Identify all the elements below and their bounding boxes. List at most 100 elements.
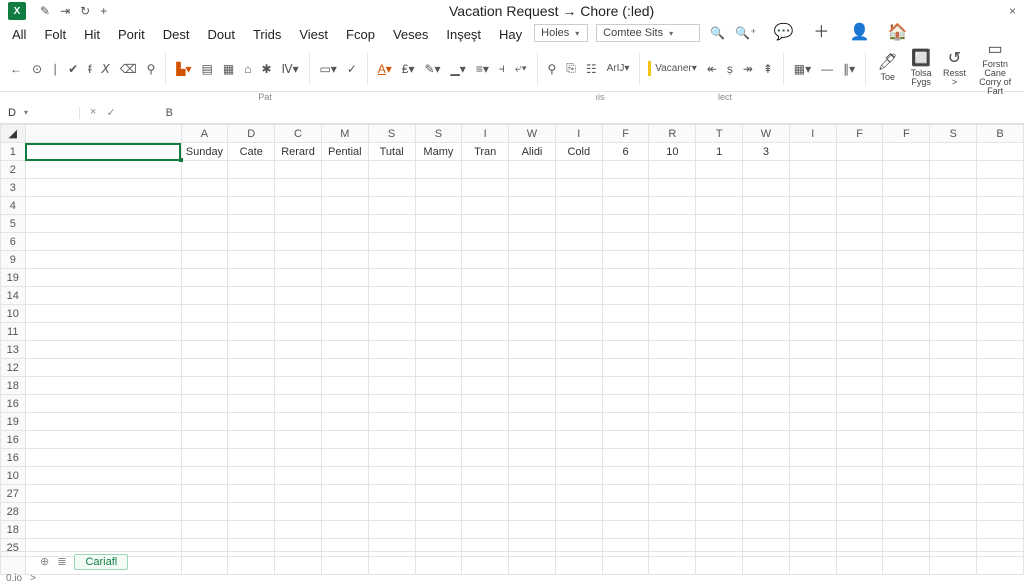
toe-button[interactable]: 🖊Toe [874, 55, 901, 82]
qat-icon-4[interactable]: + [100, 4, 107, 18]
cell[interactable] [977, 413, 1024, 431]
cell[interactable] [321, 341, 368, 359]
cell[interactable] [555, 323, 602, 341]
cell[interactable] [321, 485, 368, 503]
star-icon[interactable]: ✱ [259, 60, 273, 78]
cell[interactable] [930, 287, 977, 305]
spreadsheet-grid[interactable]: ◢ A D C M S S I W I F R T W I F F S B 1S… [0, 124, 1024, 575]
cell[interactable] [321, 287, 368, 305]
cell[interactable] [228, 377, 275, 395]
indent-icon[interactable]: ⫞ [497, 59, 507, 78]
tab-dest[interactable]: Dest [163, 27, 190, 42]
cell[interactable] [696, 485, 743, 503]
cell[interactable] [25, 377, 181, 395]
cell[interactable] [368, 287, 415, 305]
cell[interactable] [509, 503, 556, 521]
cell[interactable] [883, 305, 930, 323]
cell[interactable] [789, 449, 836, 467]
cell[interactable] [321, 395, 368, 413]
cell[interactable] [462, 395, 509, 413]
cell[interactable] [555, 521, 602, 539]
cell[interactable] [696, 449, 743, 467]
cell[interactable] [743, 233, 790, 251]
cell[interactable] [415, 179, 462, 197]
cell[interactable] [649, 305, 696, 323]
col-head[interactable]: S [368, 125, 415, 143]
currency-icon[interactable]: ₤▾ [400, 60, 417, 78]
cell[interactable] [883, 521, 930, 539]
num-icon[interactable]: Ⅳ▾ [280, 60, 301, 78]
cell[interactable] [743, 395, 790, 413]
cell[interactable]: Tutal [368, 143, 415, 161]
cell[interactable] [789, 467, 836, 485]
cell[interactable] [836, 485, 883, 503]
cell[interactable] [883, 503, 930, 521]
cell[interactable] [696, 359, 743, 377]
cell[interactable] [25, 269, 181, 287]
cell[interactable] [602, 233, 649, 251]
cell[interactable] [321, 431, 368, 449]
cell[interactable] [321, 413, 368, 431]
cell[interactable] [368, 269, 415, 287]
cell[interactable] [462, 305, 509, 323]
cell[interactable] [509, 323, 556, 341]
redo-icon[interactable]: ⊙ [30, 60, 44, 78]
cell[interactable] [275, 323, 322, 341]
col-head[interactable]: M [321, 125, 368, 143]
cell[interactable] [321, 179, 368, 197]
cell[interactable] [555, 449, 602, 467]
cell[interactable] [321, 449, 368, 467]
cell[interactable] [25, 395, 181, 413]
cell[interactable] [602, 269, 649, 287]
qat-icon-2[interactable]: ⇥ [60, 4, 70, 18]
style-select[interactable]: Holes ▾ [534, 24, 588, 42]
cell[interactable] [321, 215, 368, 233]
cell[interactable] [415, 269, 462, 287]
cell[interactable] [883, 197, 930, 215]
cell[interactable] [181, 431, 228, 449]
cell[interactable] [743, 377, 790, 395]
cell[interactable] [743, 521, 790, 539]
cell[interactable] [977, 377, 1024, 395]
cell[interactable] [415, 233, 462, 251]
cell[interactable] [883, 143, 930, 161]
cell[interactable] [415, 341, 462, 359]
italic-icon[interactable]: 𝘟 [99, 60, 111, 78]
cell[interactable] [977, 161, 1024, 179]
cell[interactable] [509, 197, 556, 215]
cell[interactable] [930, 269, 977, 287]
cell[interactable] [930, 521, 977, 539]
cell[interactable] [275, 359, 322, 377]
clip-icon[interactable]: ⎘ [564, 59, 578, 78]
cell[interactable] [789, 413, 836, 431]
cell[interactable] [836, 413, 883, 431]
col-head[interactable]: C [275, 125, 322, 143]
cell[interactable] [789, 179, 836, 197]
cell[interactable] [321, 467, 368, 485]
cell[interactable] [228, 215, 275, 233]
cell[interactable] [25, 413, 181, 431]
cell[interactable] [509, 413, 556, 431]
cell[interactable] [977, 467, 1024, 485]
row-head[interactable]: 19 [1, 413, 26, 431]
cell[interactable] [509, 161, 556, 179]
row-head[interactable]: 4 [1, 197, 26, 215]
cell[interactable] [602, 503, 649, 521]
cell[interactable] [462, 197, 509, 215]
cell[interactable] [509, 467, 556, 485]
cell[interactable] [977, 215, 1024, 233]
cell[interactable] [415, 197, 462, 215]
cell[interactable] [883, 179, 930, 197]
cell[interactable] [181, 359, 228, 377]
cell[interactable] [836, 395, 883, 413]
cell[interactable] [789, 287, 836, 305]
cell[interactable] [743, 485, 790, 503]
row-head[interactable]: 18 [1, 377, 26, 395]
col-head[interactable]: T [696, 125, 743, 143]
cell[interactable] [977, 323, 1024, 341]
cell[interactable] [743, 215, 790, 233]
cell[interactable] [228, 341, 275, 359]
cell[interactable] [836, 431, 883, 449]
cell[interactable] [649, 179, 696, 197]
cell[interactable] [368, 323, 415, 341]
